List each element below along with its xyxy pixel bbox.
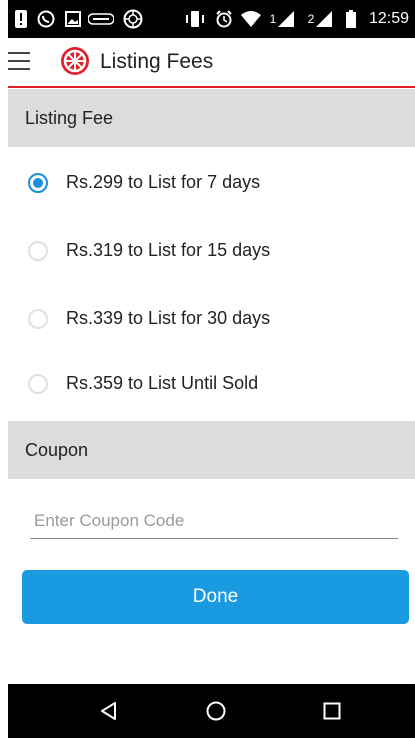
signal-icon: 1 [267, 9, 297, 29]
listing-fee-header: Listing Fee [8, 89, 415, 147]
listing-option-30-days[interactable]: Rs.339 to List for 30 days [8, 287, 415, 353]
alarm-icon [214, 9, 234, 29]
radio-button[interactable] [28, 173, 48, 193]
done-button[interactable]: Done [22, 570, 409, 624]
listing-option-until-sold[interactable]: Rs.359 to List Until Sold [8, 352, 415, 418]
option-label: Rs.359 to List Until Sold [66, 373, 259, 393]
page-title: Listing Fees [100, 50, 214, 73]
wheel-icon [122, 9, 144, 29]
app-screen: 1 2 12:59 Listing Fees Listing Fee Rs.29… [8, 0, 415, 738]
home-icon[interactable] [202, 698, 230, 724]
radio-button[interactable] [28, 241, 48, 261]
signal-2-icon: 2 [304, 9, 336, 29]
wifi-icon [240, 9, 262, 29]
listing-option-7-days[interactable]: Rs.299 to List for 7 days [8, 151, 415, 217]
coupon-code-input[interactable] [30, 503, 398, 539]
image-icon [64, 9, 82, 29]
status-time: 12:59 [368, 10, 409, 27]
navigation-bar [8, 684, 415, 738]
battery-icon [345, 9, 357, 29]
radio-button[interactable] [28, 309, 48, 329]
alert-icon [14, 9, 28, 29]
listing-option-15-days[interactable]: Rs.319 to List for 15 days [8, 219, 415, 285]
ndtv-icon [88, 9, 114, 29]
back-icon[interactable] [95, 698, 123, 724]
menu-icon[interactable] [8, 52, 30, 70]
whatsapp-icon [36, 9, 56, 29]
status-bar: 1 2 12:59 [8, 0, 415, 38]
recents-icon[interactable] [318, 698, 346, 724]
option-label: Rs.339 to List for 30 days [66, 308, 271, 328]
option-label: Rs.299 to List for 7 days [66, 172, 261, 192]
option-label: Rs.319 to List for 15 days [66, 240, 271, 260]
wheel-logo-icon [60, 46, 90, 76]
sim1-label: 1 [269, 12, 277, 26]
sim2-label: 2 [307, 12, 315, 26]
coupon-header: Coupon [8, 421, 415, 479]
vibrate-icon [184, 9, 206, 29]
app-bar: Listing Fees [8, 38, 415, 88]
radio-button[interactable] [28, 374, 48, 394]
